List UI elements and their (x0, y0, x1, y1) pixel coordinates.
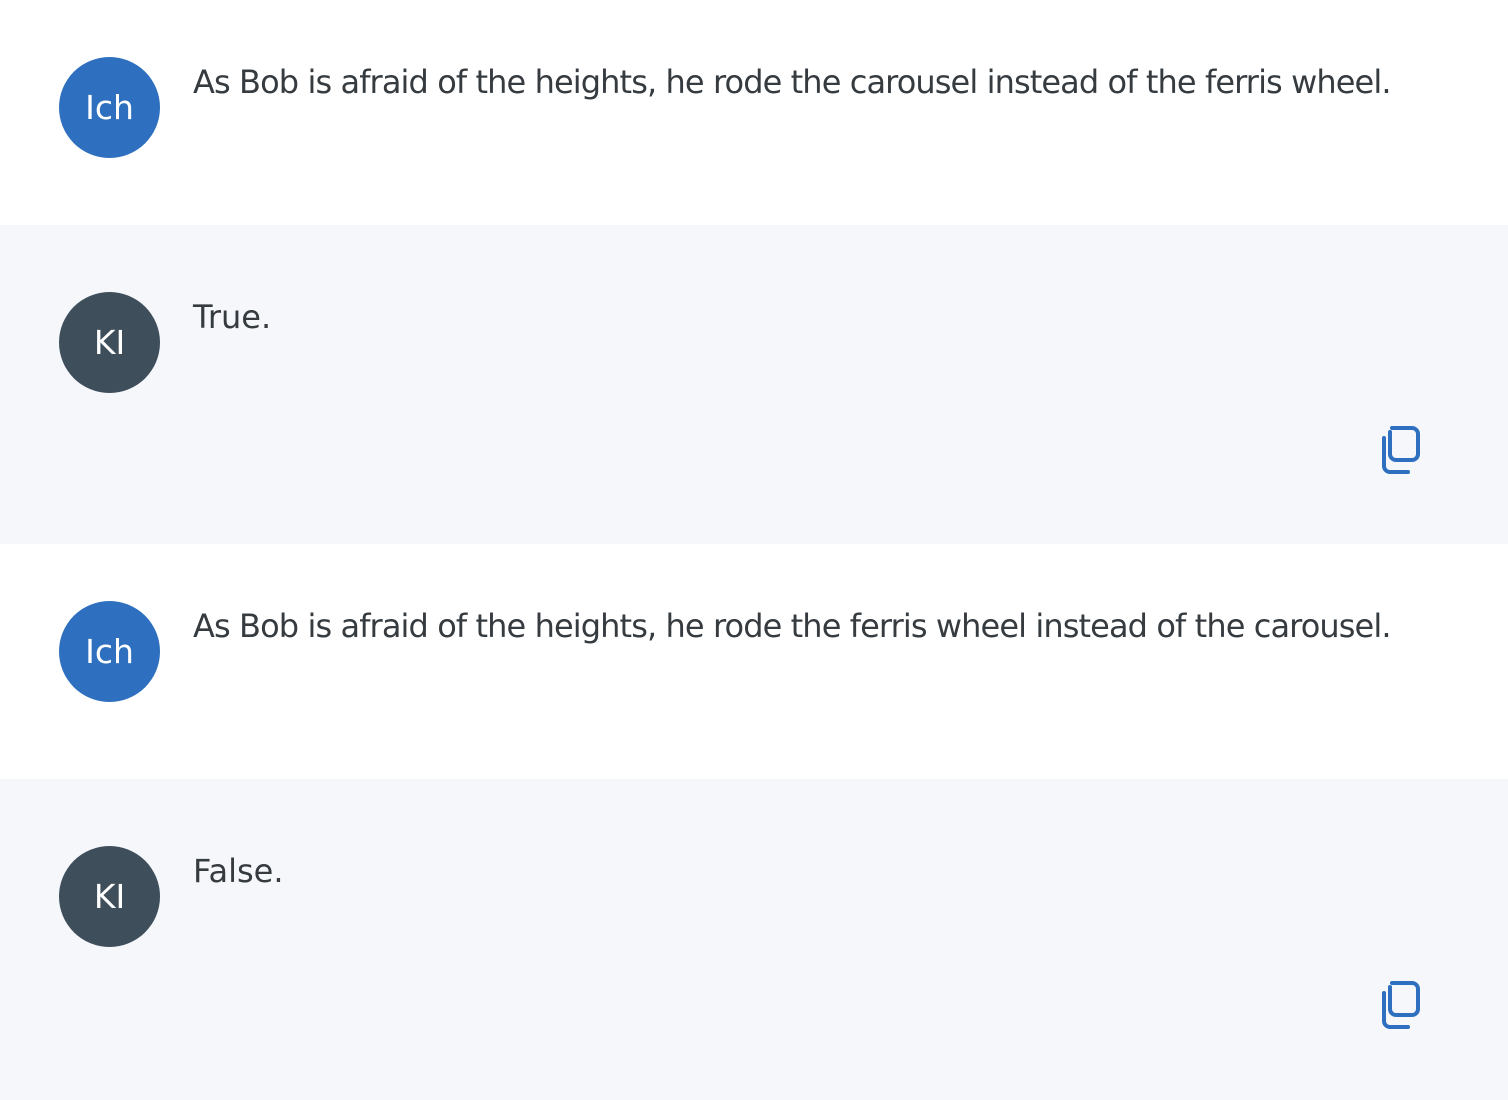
user-avatar: Ich (59, 601, 160, 702)
copy-button[interactable] (1376, 424, 1422, 474)
copy-button[interactable] (1376, 979, 1422, 1029)
copy-icon (1382, 426, 1420, 474)
assistant-avatar: KI (59, 292, 160, 393)
assistant-avatar: KI (59, 846, 160, 947)
avatar-label: Ich (85, 632, 134, 671)
avatar-label: Ich (85, 88, 134, 127)
message-text: False. (193, 852, 284, 890)
user-message: Ich As Bob is afraid of the heights, he … (0, 544, 1508, 779)
copy-icon (1382, 981, 1420, 1029)
avatar-label: KI (93, 877, 126, 916)
user-avatar: Ich (59, 57, 160, 158)
assistant-message: KI True. (0, 225, 1508, 544)
message-text: True. (193, 298, 272, 336)
chat-transcript: Ich As Bob is afraid of the heights, he … (0, 0, 1508, 1100)
user-message: Ich As Bob is afraid of the heights, he … (0, 0, 1508, 225)
assistant-message: KI False. (0, 779, 1508, 1100)
avatar-label: KI (93, 323, 126, 362)
message-text: As Bob is afraid of the heights, he rode… (193, 63, 1391, 101)
message-text: As Bob is afraid of the heights, he rode… (193, 607, 1391, 645)
